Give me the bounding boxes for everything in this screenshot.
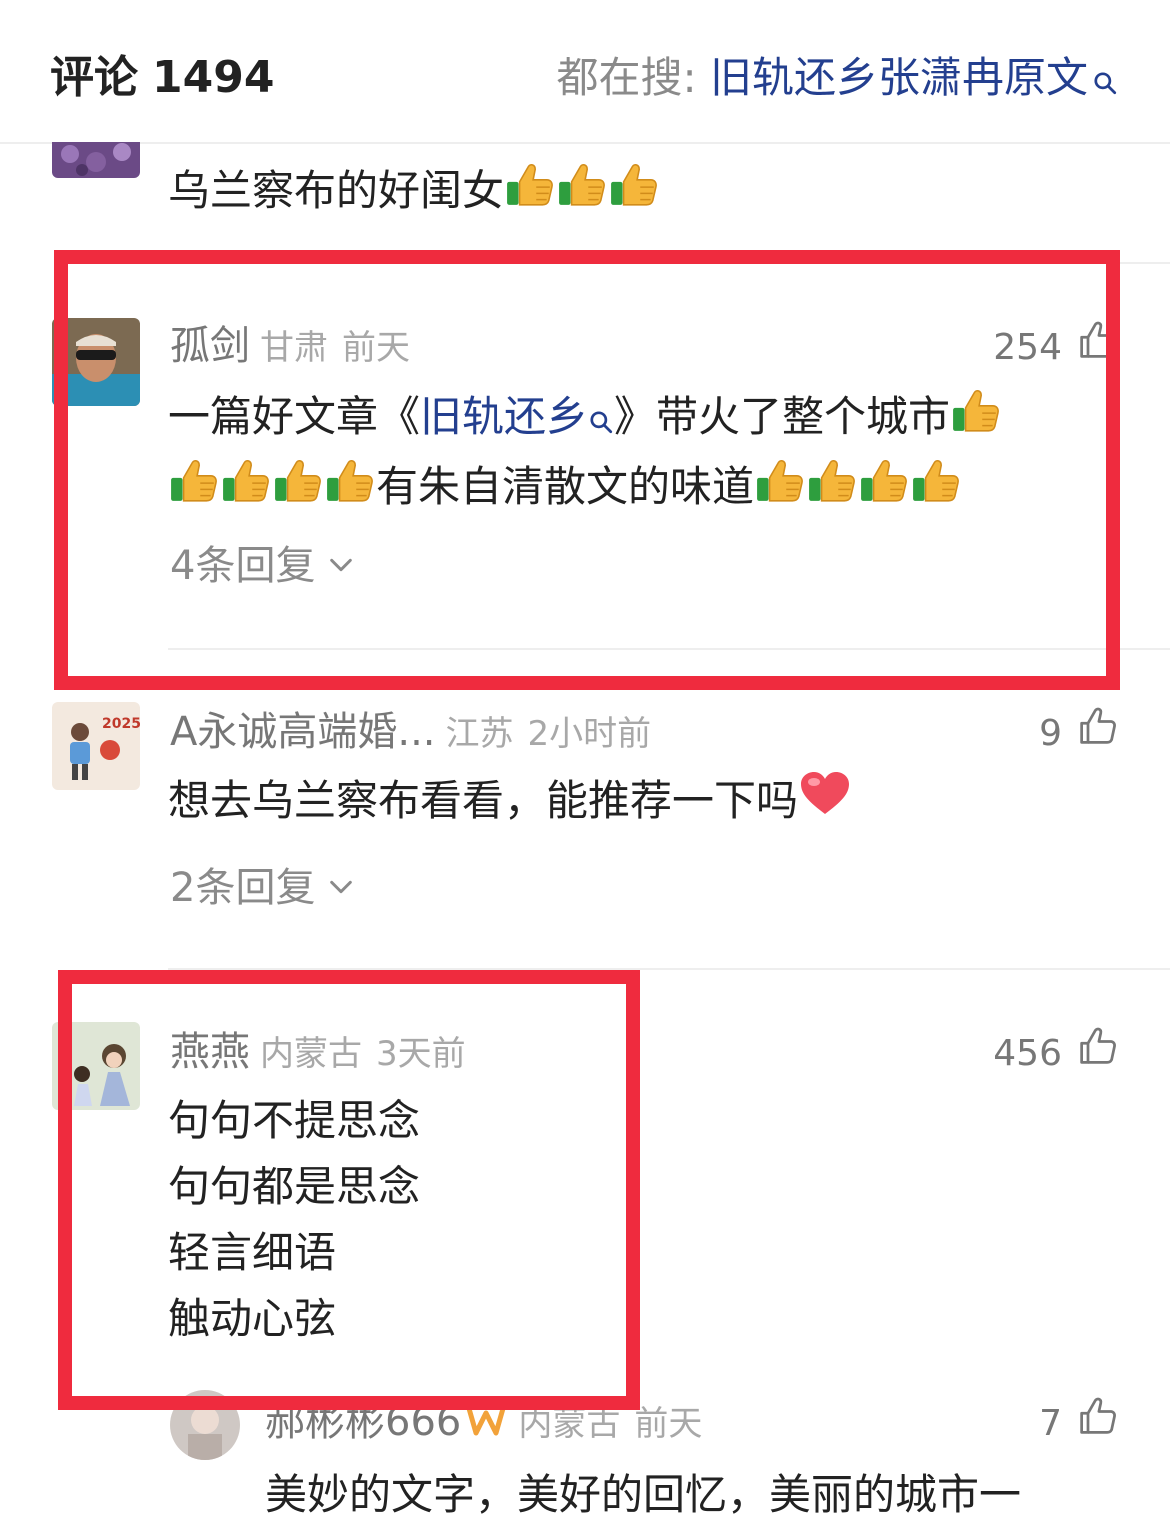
like-button[interactable]: 456	[993, 1026, 1118, 1081]
keyword-link[interactable]: 旧轨还乡	[420, 392, 614, 441]
thumbs-up-emoji-icon	[911, 455, 961, 524]
hot-search-link[interactable]: 都在搜: 旧轨还乡张潇冉原文	[556, 48, 1118, 112]
view-replies-button[interactable]: 4条回复	[170, 540, 355, 592]
comment-region: 内蒙古	[260, 1034, 362, 1074]
thumbs-up-icon	[1078, 1026, 1118, 1081]
divider	[168, 968, 1170, 970]
thumbs-up-icon	[1078, 706, 1118, 761]
comment-text: 乌兰察布的好闺女	[168, 158, 660, 228]
thumbs-up-emoji-icon	[755, 455, 805, 524]
avatar[interactable]	[52, 142, 140, 178]
thumbs-up-emoji-icon	[557, 159, 607, 228]
divider	[168, 262, 1170, 264]
thumbs-up-emoji-icon	[807, 455, 857, 524]
comment-author[interactable]: 燕燕 内蒙古 3天前	[170, 1026, 466, 1080]
hot-search-prefix: 都在搜:	[556, 53, 710, 102]
like-count: 254	[993, 326, 1062, 368]
comment-author[interactable]: A永诚高端婚... 江苏 2小时前	[170, 706, 651, 760]
comments-count: 1494	[152, 52, 275, 103]
comment-time: 3天前	[376, 1034, 466, 1074]
thumbs-up-emoji-icon	[859, 455, 909, 524]
comment-text: 句句不提思念 句句都是思念 轻言细语 触动心弦	[168, 1096, 421, 1343]
avatar[interactable]	[52, 318, 140, 406]
reply-author[interactable]: 郝彬彬666 内蒙古 前天	[265, 1396, 702, 1450]
hot-search-keyword: 旧轨还乡张潇冉原文	[709, 53, 1088, 102]
like-count: 7	[1039, 1402, 1062, 1444]
thumbs-up-emoji-icon	[325, 455, 375, 524]
search-icon	[1092, 52, 1118, 112]
comment-time: 前天	[342, 328, 410, 368]
avatar[interactable]: 2025	[52, 702, 140, 790]
comment-region: 江苏	[445, 714, 514, 754]
thumbs-up-emoji-icon	[273, 455, 323, 524]
thumbs-up-emoji-icon	[951, 385, 1001, 454]
thumbs-up-emoji-icon	[221, 455, 271, 524]
chevron-down-icon	[327, 862, 355, 914]
view-replies-button[interactable]: 2条回复	[170, 862, 355, 914]
comment-time: 2小时前	[527, 714, 652, 754]
svg-text:2025: 2025	[102, 716, 140, 732]
reply-text: 美妙的文字，美好的回忆，美丽的城市一	[265, 1470, 1022, 1519]
like-count: 456	[993, 1032, 1062, 1074]
comments-title-label: 评论	[50, 52, 138, 103]
heart-emoji-icon	[799, 770, 851, 837]
like-count: 9	[1039, 712, 1062, 754]
thumbs-up-emoji-icon	[169, 455, 219, 524]
like-button[interactable]: 254	[993, 320, 1118, 375]
comments-title: 评论 1494	[50, 50, 274, 106]
comment-text: 一篇好文章《旧轨还乡 》带火了整个城市 有朱自清散文的味道	[168, 384, 1118, 524]
thumbs-up-icon	[1078, 320, 1118, 375]
badge-icon	[465, 1398, 507, 1450]
search-icon	[588, 388, 614, 454]
comment-region: 甘肃	[260, 328, 328, 368]
thumbs-up-icon	[1078, 1396, 1118, 1451]
reply-time: 前天	[634, 1404, 703, 1444]
avatar[interactable]	[52, 1022, 140, 1110]
divider	[168, 648, 1170, 650]
chevron-down-icon	[327, 540, 355, 592]
comments-header: 评论 1494 都在搜: 旧轨还乡张潇冉原文	[0, 0, 1170, 144]
thumbs-up-emoji-icon	[609, 159, 659, 228]
like-button[interactable]: 9	[1039, 706, 1118, 761]
comment-text: 想去乌兰察布看看，能推荐一下吗	[168, 768, 852, 837]
like-button[interactable]: 7	[1039, 1396, 1118, 1451]
reply-avatar[interactable]	[170, 1390, 240, 1460]
thumbs-up-emoji-icon	[505, 159, 555, 228]
reply-region: 内蒙古	[518, 1404, 621, 1444]
comment-author[interactable]: 孤剑 甘肃 前天	[170, 320, 410, 374]
